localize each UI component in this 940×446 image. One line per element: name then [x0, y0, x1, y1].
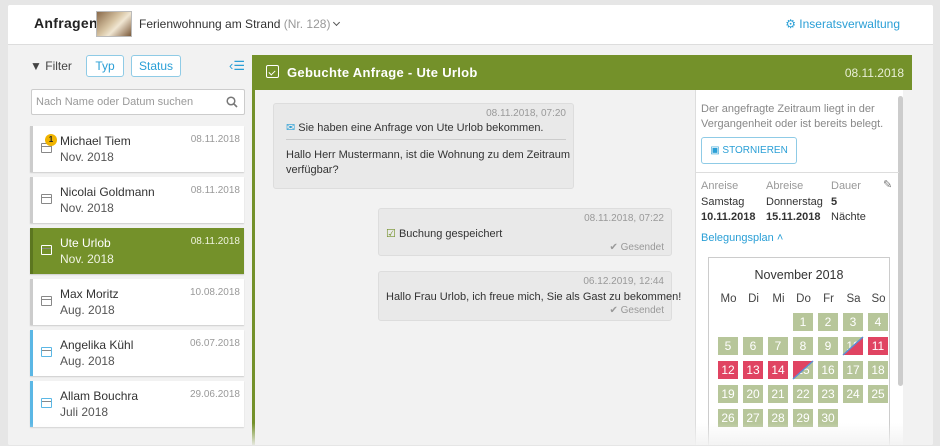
message-status-text: Gesendet [620, 305, 664, 316]
envelope-open-icon [41, 398, 52, 408]
inquiry-item[interactable]: 1 Michael Tiem Nov. 2018 08.11.2018 [30, 126, 244, 172]
arrival-day: Samstag [701, 196, 745, 208]
filter-icon: ▼ [30, 59, 42, 73]
calendar-x-icon [41, 194, 52, 204]
message-status: ✔ Gesendet [609, 305, 664, 316]
inquiry-item[interactable]: Max Moritz Aug. 2018 10.08.2018 [30, 279, 244, 325]
app-window: Anfragen Ferienwohnung am Strand (Nr. 12… [8, 5, 933, 445]
inquiry-date: 06.07.2018 [189, 338, 240, 349]
unread-badge: 1 [45, 134, 57, 146]
inquiry-name: Ute Urlob [60, 236, 111, 250]
bottom-fade [8, 423, 933, 445]
inquiry-month: Aug. 2018 [60, 303, 115, 317]
message-text: Hallo Herr Mustermann, ist die Wohnung z… [286, 149, 571, 176]
collapse-list-icon[interactable]: ‹☰ [229, 58, 245, 74]
inquiry-item-active[interactable]: Ute Urlob Nov. 2018 08.11.2018 [30, 228, 244, 274]
arrival-label: Anreise [701, 180, 739, 192]
message-status: ✔ Gesendet [609, 242, 664, 253]
occupancy-plan-toggle[interactable]: Belegungsplan ˄ [701, 232, 783, 244]
scrollbar[interactable] [898, 96, 903, 386]
filter-text: Filter [45, 59, 72, 73]
filter-label[interactable]: ▼ Filter [30, 59, 72, 73]
property-selector[interactable]: Ferienwohnung am Strand (Nr. 128) [139, 17, 341, 31]
duration-value: 5 [831, 196, 838, 208]
inquiry-month: Aug. 2018 [60, 354, 115, 368]
inquiry-month: Nov. 2018 [60, 252, 114, 266]
calendar-x-icon [41, 296, 52, 306]
message-text: Hallo Frau Urlob, ich freue mich, Sie al… [386, 291, 682, 303]
car-icon: ⚙ [785, 17, 800, 31]
envelope-icon: ✉ [286, 122, 296, 134]
message-text: ☑ Buchung gespeichert [386, 227, 502, 240]
cancel-label: STORNIEREN [722, 145, 788, 156]
conversation-panel: Gebuchte Anfrage - Ute Urlob 08.11.2018 … [252, 55, 912, 445]
inquiry-name: Max Moritz [60, 287, 119, 301]
inquiry-date: 08.11.2018 [190, 134, 240, 145]
message-subject-text: Sie haben eine Anfrage von Ute Urlob bek… [298, 122, 544, 134]
departure-day: Donnerstag [766, 196, 823, 208]
message-text-content: Buchung gespeichert [398, 228, 503, 240]
outgoing-message: 08.11.2018, 07:22 ☑ Buchung gespeichert … [378, 208, 672, 256]
calendar-check-icon [266, 65, 279, 78]
booking-details-panel: Der angefragte Zeitraum liegt in der Ver… [695, 90, 903, 445]
duration-label: Dauer [831, 180, 861, 192]
inquiry-date: 08.11.2018 [190, 185, 240, 196]
chevron-up-icon: ˄ [776, 232, 784, 244]
outgoing-message: 06.12.2019, 12:44 Hallo Frau Urlob, ich … [378, 271, 681, 321]
inquiry-item[interactable]: Allam Bouchra Juli 2018 29.06.2018 [30, 381, 244, 427]
chevron-down-icon [333, 18, 341, 27]
cancel-button[interactable]: ▣ STORNIEREN [701, 137, 797, 164]
inquiry-name: Michael Tiem [60, 134, 131, 148]
status-filter-button[interactable]: Status [131, 55, 181, 77]
inquiry-item[interactable]: Angelika Kühl Aug. 2018 06.07.2018 [30, 330, 244, 376]
search-icon [226, 96, 238, 108]
inquiry-month: Nov. 2018 [60, 150, 114, 164]
edit-icon[interactable]: ✎ [883, 178, 892, 191]
inquiry-date: 10.08.2018 [189, 287, 240, 298]
message-time: 08.11.2018, 07:20 [486, 108, 566, 119]
arrival-date: 10.11.2018 [701, 211, 756, 223]
type-filter-button[interactable]: Typ [86, 55, 124, 77]
occupancy-calendar: November 2018 MoDiMiDoFrSaSo123456789101… [708, 257, 890, 445]
listing-management-link[interactable]: ⚙ Inseratsverwaltung [785, 17, 900, 31]
departure-label: Abreise [766, 180, 804, 192]
filter-bar: ▼ Filter Typ Status ‹☰ [23, 54, 251, 78]
inquiry-name: Angelika Kühl [60, 338, 134, 352]
inquiry-date: 08.11.2018 [190, 236, 240, 247]
property-name: Ferienwohnung am Strand [139, 17, 281, 31]
inquiry-item[interactable]: Nicolai Goldmann Nov. 2018 08.11.2018 [30, 177, 244, 223]
half-day-overlay [792, 336, 864, 380]
occupancy-plan-label: Belegungsplan [701, 232, 774, 244]
conversation-title: Gebuchte Anfrage - Ute Urlob [287, 65, 478, 80]
divider [696, 172, 899, 173]
envelope-open-icon [41, 347, 52, 357]
property-number: (Nr. 128) [283, 17, 331, 31]
message-time: 08.11.2018, 07:22 [584, 213, 664, 224]
inquiry-sidebar: ▼ Filter Typ Status ‹☰ Nach Name oder Da… [23, 51, 251, 445]
inquiry-date: 29.06.2018 [189, 389, 240, 400]
app-title: Anfragen [34, 15, 98, 31]
search-placeholder: Nach Name oder Datum suchen [36, 96, 194, 108]
message-time: 06.12.2019, 12:44 [583, 276, 664, 287]
duration-unit: Nächte [831, 211, 866, 223]
inquiry-name: Allam Bouchra [60, 389, 139, 403]
search-input[interactable]: Nach Name oder Datum suchen [31, 89, 245, 115]
departure-date: 15.11.2018 [766, 211, 821, 223]
calendar-icon: ▣ [710, 145, 720, 156]
calendar-check-icon [41, 245, 52, 255]
message-status-text: Gesendet [620, 242, 664, 253]
availability-note: Der angefragte Zeitraum liegt in der Ver… [701, 103, 884, 130]
calendar-check-icon: ☑ [386, 228, 396, 240]
top-bar: Anfragen Ferienwohnung am Strand (Nr. 12… [8, 5, 933, 45]
message-subject: ✉ Sie haben eine Anfrage von Ute Urlob b… [286, 121, 566, 140]
listing-management-label: Inseratsverwaltung [799, 17, 900, 31]
inquiry-month: Juli 2018 [60, 405, 109, 419]
inquiry-month: Nov. 2018 [60, 201, 114, 215]
conversation-date: 08.11.2018 [844, 66, 904, 80]
inquiry-name: Nicolai Goldmann [60, 185, 155, 199]
conversation-header: Gebuchte Anfrage - Ute Urlob 08.11.2018 [255, 55, 912, 90]
incoming-message: 08.11.2018, 07:20 ✉ Sie haben eine Anfra… [273, 103, 574, 189]
property-thumbnail[interactable] [96, 11, 132, 37]
